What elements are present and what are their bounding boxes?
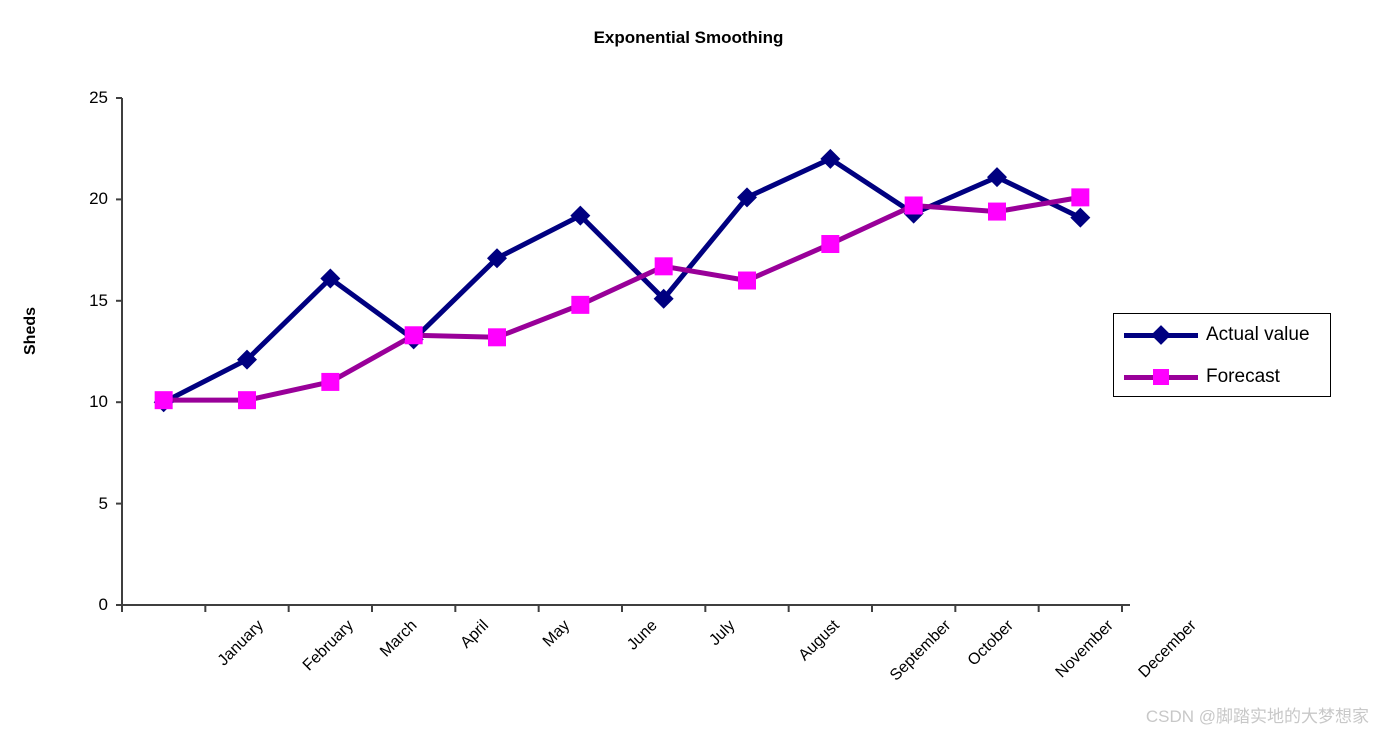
square-marker-icon (1153, 369, 1169, 385)
series-line (162, 155, 1082, 405)
data-point-marker (571, 295, 590, 314)
legend-label-actual-value: Actual value (1206, 324, 1310, 345)
data-point-marker (654, 257, 673, 276)
legend-swatch-actual-value (1124, 323, 1198, 347)
chart-container: Exponential Smoothing Sheds 0 5 10 15 20 25 J… (0, 0, 1377, 733)
legend-item-forecast: Forecast (1114, 356, 1330, 398)
data-series (153, 148, 1091, 413)
data-point-marker (1071, 188, 1090, 207)
watermark-text: CSDN @脚踏实地的大梦想家 (1145, 707, 1369, 726)
data-point-marker (1070, 207, 1091, 228)
chart-legend: Actual value Forecast (1113, 313, 1331, 397)
data-point-marker (404, 326, 423, 345)
series-actual-value (162, 155, 1082, 405)
axes (116, 97, 1130, 612)
series-forecast (163, 194, 1081, 403)
data-point-marker (904, 196, 923, 215)
series-line (163, 194, 1081, 403)
data-point-marker (238, 391, 256, 410)
legend-label-forecast: Forecast (1206, 366, 1280, 387)
data-point-marker (738, 271, 756, 290)
data-point-marker (154, 391, 173, 410)
data-point-marker (987, 167, 1007, 188)
legend-item-actual-value: Actual value (1114, 314, 1330, 356)
diamond-marker-icon (1151, 325, 1171, 345)
data-point-marker (988, 202, 1006, 221)
data-point-marker (321, 372, 340, 391)
legend-swatch-forecast (1124, 365, 1198, 389)
data-point-marker (488, 328, 506, 347)
data-point-marker (821, 235, 840, 254)
